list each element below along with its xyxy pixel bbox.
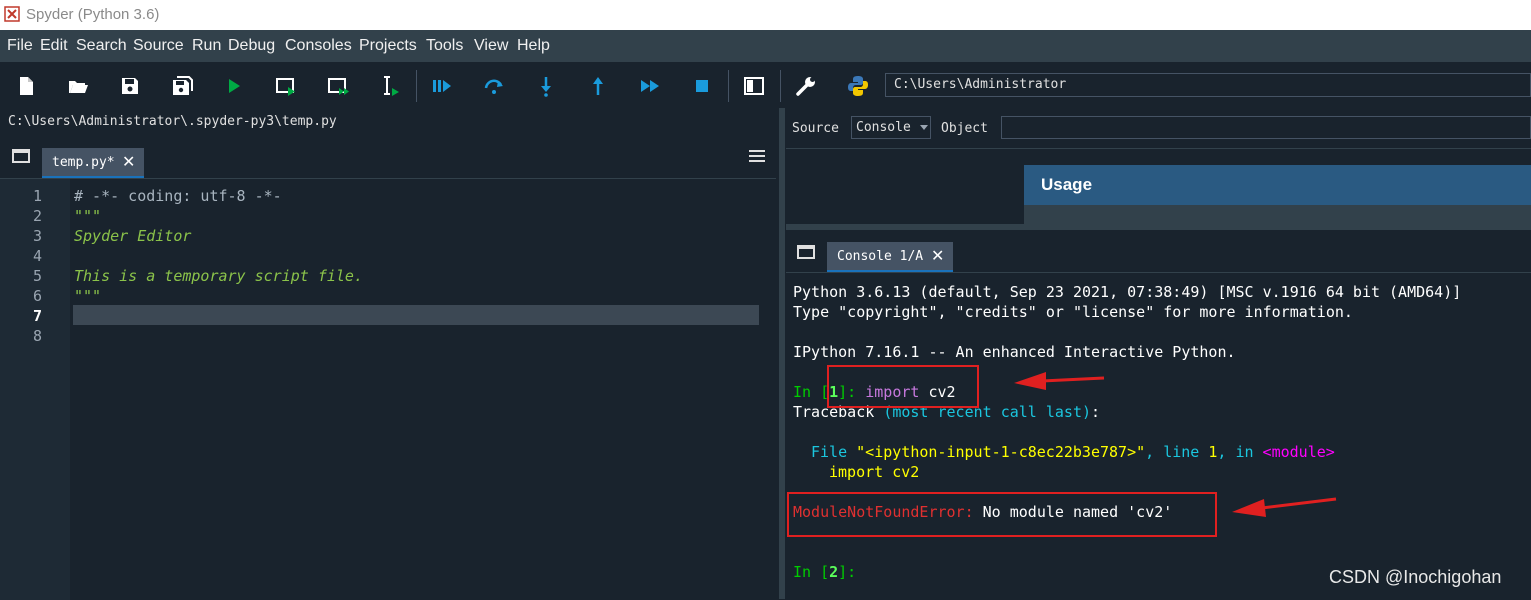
toolbar-separator: [416, 70, 417, 102]
menu-source[interactable]: Source: [133, 37, 184, 55]
run-cell-icon[interactable]: [274, 74, 298, 98]
line-number-current: 7: [32, 307, 42, 325]
traceback-file-line: File "<ipython-input-1-c8ec22b3e787>", l…: [811, 443, 1335, 461]
continue-icon[interactable]: [638, 74, 662, 98]
vertical-splitter[interactable]: [779, 108, 785, 599]
ipython-console[interactable]: Python 3.6.13 (default, Sep 23 2021, 07:…: [786, 272, 1531, 600]
toolbar-separator: [728, 70, 729, 102]
object-input[interactable]: [1001, 116, 1531, 139]
menu-run[interactable]: Run: [192, 37, 221, 55]
tab-console-label: Console 1/A: [837, 249, 924, 264]
python-path-icon[interactable]: [846, 74, 870, 98]
annotation-arrow-icon: [1014, 372, 1105, 390]
toolbar-separator: [780, 70, 781, 102]
maximize-pane-icon[interactable]: [742, 74, 766, 98]
traceback-code-line: import cv2: [829, 463, 920, 481]
annotation-box-import: [827, 365, 979, 408]
console-banner-line: Python 3.6.13 (default, Sep 23 2021, 07:…: [793, 283, 1462, 301]
editor-scrollbar[interactable]: [760, 179, 776, 600]
watermark-text: CSDN @Inochigohan: [1329, 567, 1502, 587]
line-number: 4: [32, 247, 42, 265]
line-number: 8: [32, 327, 42, 345]
browse-tabs-icon[interactable]: [797, 245, 815, 259]
usage-panel: Usage: [1024, 165, 1531, 225]
debug-icon[interactable]: [430, 74, 454, 98]
window-title: Spyder (Python 3.6): [26, 6, 160, 23]
menu-debug[interactable]: Debug: [228, 37, 275, 55]
code-line: This is a temporary script file.: [74, 267, 363, 285]
stop-icon[interactable]: [690, 74, 714, 98]
close-tab-icon[interactable]: ✕: [122, 152, 135, 171]
console-banner-line: Type "copyright", "credits" or "license"…: [793, 303, 1353, 321]
step-return-icon[interactable]: [586, 74, 610, 98]
help-content: Usage: [786, 148, 1531, 225]
chevron-down-icon: [920, 125, 928, 130]
working-directory-input[interactable]: C:\Users\Administrator: [885, 73, 1531, 97]
source-select[interactable]: Console: [851, 116, 931, 139]
line-number: 1: [32, 187, 42, 205]
menu-edit[interactable]: Edit: [40, 37, 68, 55]
close-tab-icon[interactable]: ✕: [931, 246, 944, 265]
annotation-arrow-icon: [1232, 497, 1337, 517]
browse-tabs-icon[interactable]: [12, 149, 30, 163]
code-line: Spyder Editor: [74, 227, 192, 245]
new-file-icon[interactable]: [14, 74, 38, 98]
console-tab-bar: Console 1/A ✕: [786, 230, 1531, 272]
source-label: Source: [792, 121, 839, 136]
line-number-gutter: 1 2 3 4 5 6 7 8: [0, 179, 70, 600]
menu-view[interactable]: View: [474, 37, 508, 55]
line-number: 2: [32, 207, 42, 225]
save-icon[interactable]: [118, 74, 142, 98]
save-all-icon[interactable]: [170, 74, 194, 98]
preferences-wrench-icon[interactable]: [794, 74, 818, 98]
open-folder-icon[interactable]: [66, 74, 90, 98]
step-icon[interactable]: [482, 74, 506, 98]
tab-temp-py[interactable]: temp.py* ✕: [42, 148, 144, 178]
menu-tools[interactable]: Tools: [426, 37, 463, 55]
line-number: 3: [32, 227, 42, 245]
code-line: """: [74, 207, 102, 225]
annotation-box-error: [787, 492, 1217, 537]
editor-file-path: C:\Users\Administrator\.spyder-py3\temp.…: [0, 110, 779, 134]
run-cell-advance-icon[interactable]: [326, 74, 350, 98]
tab-temp-py-label: temp.py*: [52, 155, 115, 170]
editor-file-path-text: C:\Users\Administrator\.spyder-py3\temp.…: [8, 114, 337, 129]
menu-projects[interactable]: Projects: [359, 37, 417, 55]
editor-options-menu-icon[interactable]: [749, 150, 765, 162]
console-input-2: In [2]:: [793, 563, 857, 581]
tab-console-1a[interactable]: Console 1/A ✕: [827, 242, 953, 272]
line-number: 6: [32, 287, 42, 305]
menu-help[interactable]: Help: [517, 37, 550, 55]
menu-consoles[interactable]: Consoles: [285, 37, 352, 55]
title-bar: Spyder (Python 3.6): [0, 0, 1531, 30]
line-number: 5: [32, 267, 42, 285]
code-line: # -*- coding: utf-8 -*-: [74, 187, 282, 205]
step-into-icon[interactable]: [534, 74, 558, 98]
run-icon[interactable]: [222, 74, 246, 98]
menu-bar: File Edit Search Source Run Debug Consol…: [0, 30, 1531, 62]
menu-file[interactable]: File: [7, 37, 33, 55]
code-editor[interactable]: 1 2 3 4 5 6 7 8 # -*- coding: utf-8 -*- …: [0, 178, 776, 600]
editor-tab-bar: temp.py* ✕: [0, 134, 779, 178]
run-selection-icon[interactable]: [378, 74, 402, 98]
current-line-highlight: [73, 305, 759, 325]
source-select-value: Console: [856, 120, 911, 135]
code-line: """: [74, 287, 102, 305]
console-banner-line: IPython 7.16.1 -- An enhanced Interactiv…: [793, 343, 1236, 361]
menu-search[interactable]: Search: [76, 37, 127, 55]
usage-title: Usage: [1041, 175, 1093, 194]
object-label: Object: [941, 121, 988, 136]
working-directory-value: C:\Users\Administrator: [894, 77, 1067, 92]
spyder-logo-icon: [4, 6, 20, 22]
